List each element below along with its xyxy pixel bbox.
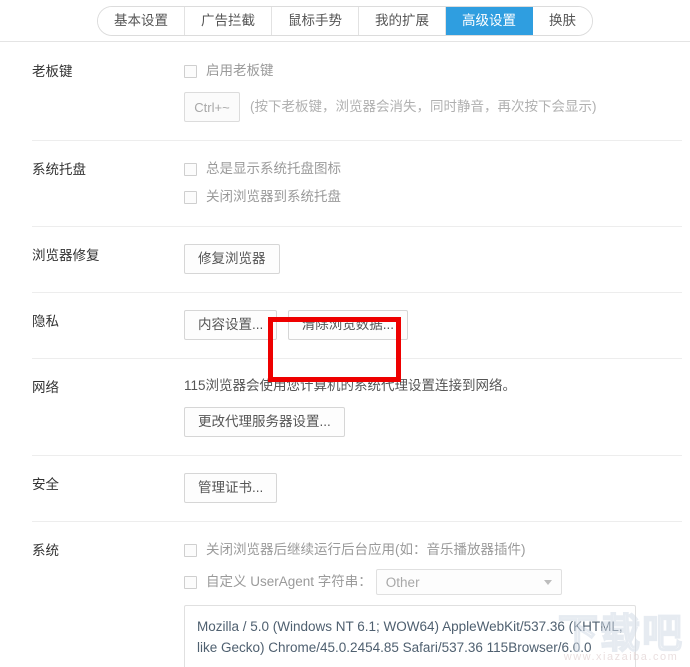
change-proxy-settings-button[interactable]: 更改代理服务器设置... — [184, 407, 345, 437]
manage-certificates-button[interactable]: 管理证书... — [184, 473, 278, 503]
checkbox-enable-boss-key[interactable] — [184, 64, 197, 78]
tab-ad-block[interactable]: 广告拦截 — [185, 7, 272, 35]
checkbox-enable-boss-key-label: 启用老板键 — [206, 63, 274, 78]
row-body-security: 管理证书... — [184, 473, 682, 503]
row-label-system: 系统 — [32, 543, 59, 558]
chevron-down-icon — [543, 580, 552, 585]
checkbox-close-to-tray-label: 关闭浏览器到系统托盘 — [206, 189, 341, 204]
useragent-select[interactable]: Other — [375, 569, 562, 595]
tab-basic-settings[interactable]: 基本设置 — [98, 7, 185, 35]
row-body-privacy: 内容设置... 清除浏览数据... — [184, 310, 682, 340]
settings-tabbar: 基本设置 广告拦截 鼠标手势 我的扩展 高级设置 换肤 — [0, 0, 690, 42]
checkbox-background-apps[interactable] — [184, 543, 197, 557]
row-browser-repair: 浏览器修复 修复浏览器 — [32, 226, 682, 292]
checkbox-always-show-tray-icon-label: 总是显示系统托盘图标 — [206, 161, 341, 176]
row-privacy: 隐私 内容设置... 清除浏览数据... — [32, 292, 682, 358]
tab-advanced-settings[interactable]: 高级设置 — [446, 7, 533, 35]
tab-mouse-gestures[interactable]: 鼠标手势 — [272, 7, 359, 35]
network-description: 115浏览器会使用您计算机的系统代理设置连接到网络。 — [184, 378, 517, 393]
row-body-browser-repair: 修复浏览器 — [184, 244, 682, 274]
checkbox-background-apps-row[interactable]: 关闭浏览器后继续运行后台应用(如：音乐播放器插件) — [184, 539, 682, 561]
checkbox-enable-boss-key-row[interactable]: 启用老板键 — [184, 60, 682, 82]
useragent-line: 自定义 UserAgent 字符串： Other — [184, 569, 682, 595]
row-body-network: 115浏览器会使用您计算机的系统代理设置连接到网络。 更改代理服务器设置... — [184, 376, 682, 437]
row-body-boss-key: 启用老板键 Ctrl+~ (按下老板键，浏览器会消失，同时静音，再次按下会显示) — [184, 60, 682, 122]
clear-browsing-data-button[interactable]: 清除浏览数据... — [287, 310, 408, 340]
checkbox-always-show-tray-icon[interactable] — [184, 162, 197, 176]
checkbox-close-to-tray-row[interactable]: 关闭浏览器到系统托盘 — [184, 186, 682, 208]
checkbox-custom-useragent[interactable] — [184, 575, 197, 589]
useragent-select-value: Other — [385, 574, 420, 590]
row-boss-key: 老板键 启用老板键 Ctrl+~ (按下老板键，浏览器会消失，同时静音，再次按下… — [32, 42, 682, 140]
row-label-boss-key: 老板键 — [32, 64, 73, 79]
row-system-tray: 系统托盘 总是显示系统托盘图标 关闭浏览器到系统托盘 — [32, 140, 682, 226]
row-label-browser-repair: 浏览器修复 — [32, 248, 100, 263]
custom-useragent-label: 自定义 UserAgent 字符串： — [206, 574, 372, 589]
tab-my-extensions[interactable]: 我的扩展 — [359, 7, 446, 35]
boss-key-hint: (按下老板键，浏览器会消失，同时静音，再次按下会显示) — [250, 99, 597, 114]
content-settings-button[interactable]: 内容设置... — [184, 310, 278, 340]
row-body-system: 关闭浏览器后继续运行后台应用(如：音乐播放器插件) 自定义 UserAgent … — [184, 539, 682, 667]
checkbox-close-to-tray[interactable] — [184, 190, 197, 204]
row-network: 网络 115浏览器会使用您计算机的系统代理设置连接到网络。 更改代理服务器设置.… — [32, 358, 682, 455]
row-label-privacy: 隐私 — [32, 314, 59, 329]
row-system: 系统 关闭浏览器后继续运行后台应用(如：音乐播放器插件) 自定义 UserAge… — [32, 521, 682, 667]
repair-browser-button[interactable]: 修复浏览器 — [184, 244, 280, 274]
boss-key-shortcut-input[interactable]: Ctrl+~ — [184, 92, 240, 122]
useragent-textarea[interactable]: Mozilla / 5.0 (Windows NT 6.1; WOW64) Ap… — [184, 605, 636, 667]
row-label-security: 安全 — [32, 477, 59, 492]
row-body-system-tray: 总是显示系统托盘图标 关闭浏览器到系统托盘 — [184, 158, 682, 208]
tab-group: 基本设置 广告拦截 鼠标手势 我的扩展 高级设置 换肤 — [97, 6, 593, 36]
row-security: 安全 管理证书... — [32, 455, 682, 521]
row-label-system-tray: 系统托盘 — [32, 162, 86, 177]
settings-content: 老板键 启用老板键 Ctrl+~ (按下老板键，浏览器会消失，同时静音，再次按下… — [0, 42, 690, 667]
tab-skins[interactable]: 换肤 — [533, 7, 592, 35]
boss-key-shortcut-line: Ctrl+~ (按下老板键，浏览器会消失，同时静音，再次按下会显示) — [184, 92, 682, 122]
row-label-network: 网络 — [32, 380, 59, 395]
checkbox-always-show-tray-icon-row[interactable]: 总是显示系统托盘图标 — [184, 158, 682, 180]
checkbox-background-apps-label: 关闭浏览器后继续运行后台应用(如：音乐播放器插件) — [206, 542, 526, 557]
